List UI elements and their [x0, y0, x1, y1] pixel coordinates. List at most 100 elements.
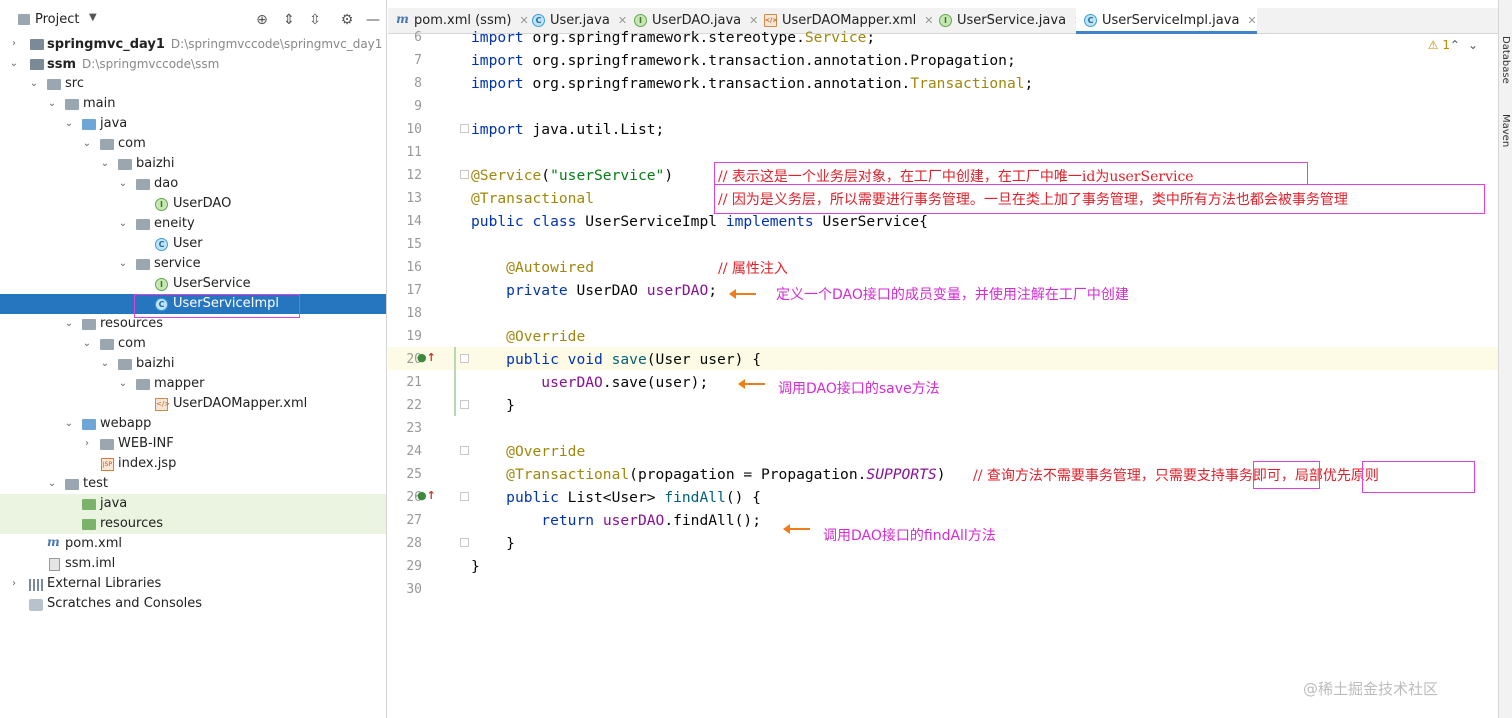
- tree-item-ssm[interactable]: ⌄ ssm D:\springmvccode\ssm: [0, 54, 386, 74]
- tree-item-label: UserDAOMapper.xml: [173, 396, 308, 411]
- chevron-down-icon[interactable]: ⌄: [8, 54, 20, 74]
- tree-item-test[interactable]: ⌄ test: [0, 474, 386, 494]
- code-line: import org.springframework.stereotype.Se…: [471, 29, 876, 46]
- fold-icon[interactable]: [460, 446, 469, 455]
- tree-item-dao[interactable]: ⌄ dao: [0, 174, 386, 194]
- tree-item-userdaomapper-xml[interactable]: </> UserDAOMapper.xml: [0, 394, 386, 414]
- tree-item-userdao[interactable]: I UserDAO: [0, 194, 386, 214]
- chevron-right-icon[interactable]: ›: [8, 574, 20, 594]
- tree-item-com[interactable]: ⌄ com: [0, 134, 386, 154]
- code-line: return userDAO.findAll();: [541, 512, 761, 529]
- tree-item-ssm-iml[interactable]: ssm.iml: [0, 554, 386, 574]
- fold-icon[interactable]: [460, 492, 469, 501]
- tree-item-baizhi[interactable]: ⌄ baizhi: [0, 354, 386, 374]
- chevron-down-icon[interactable]: ⌄: [28, 74, 40, 94]
- locate-icon[interactable]: ⊕: [253, 10, 271, 30]
- tree-item-mapper[interactable]: ⌄ mapper: [0, 374, 386, 394]
- chevron-down-icon[interactable]: ▼: [89, 12, 97, 23]
- folder-icon: [100, 439, 114, 450]
- gear-icon[interactable]: ⚙: [338, 10, 356, 30]
- fold-icon[interactable]: [460, 124, 469, 133]
- chevron-down-icon[interactable]: ⌄: [117, 174, 129, 194]
- tree-item-webapp[interactable]: ⌄ webapp: [0, 414, 386, 434]
- tree-item-java[interactable]: ⌄ java: [0, 114, 386, 134]
- tree-item-test-java[interactable]: java: [0, 494, 386, 514]
- chevron-down-icon[interactable]: ⌄: [46, 94, 58, 114]
- test-resources-folder-icon: [82, 519, 96, 530]
- chevron-down-icon[interactable]: ⌄: [81, 334, 93, 354]
- interface-icon: I: [155, 198, 168, 211]
- implements-method-icon[interactable]: ●↑: [417, 351, 436, 364]
- tab-userserviceimpl-java[interactable]: C UserServiceImpl.java ✕: [1076, 8, 1257, 34]
- tree-item-label: dao: [154, 176, 179, 191]
- fold-icon[interactable]: [460, 170, 469, 179]
- expand-all-icon[interactable]: ⇕: [280, 10, 298, 30]
- web-folder-icon: [82, 419, 96, 430]
- hide-panel-icon[interactable]: —: [364, 10, 382, 30]
- line-number: 22: [406, 398, 422, 413]
- tree-item-external-libraries[interactable]: › External Libraries: [0, 574, 386, 594]
- fold-icon[interactable]: [460, 400, 469, 409]
- chevron-down-icon[interactable]: ⌄: [81, 134, 93, 154]
- tree-item-label: springmvc_day1: [47, 37, 165, 52]
- tree-item-index-jsp[interactable]: JSP index.jsp: [0, 454, 386, 474]
- chevron-down-icon[interactable]: ⌄: [99, 154, 111, 174]
- fold-icon[interactable]: [460, 354, 469, 363]
- arrow-left-icon: [729, 289, 756, 299]
- line-number: 29: [406, 559, 422, 574]
- editor-nav-arrows[interactable]: ⌃⌄: [1450, 38, 1486, 52]
- tree-item-baizhi[interactable]: ⌄ baizhi: [0, 154, 386, 174]
- right-tool-strip: Database Maven: [1498, 0, 1512, 718]
- code-comment: // 属性注入: [718, 261, 788, 277]
- package-icon: [136, 259, 150, 270]
- tool-window-database[interactable]: Database: [1500, 36, 1511, 84]
- chevron-down-icon[interactable]: ⌄: [63, 314, 75, 334]
- tree-item-test-resources[interactable]: resources: [0, 514, 386, 534]
- chevron-down-icon[interactable]: ⌄: [63, 114, 75, 134]
- chevron-down-icon[interactable]: ⌄: [99, 354, 111, 374]
- tree-item-com[interactable]: ⌄ com: [0, 334, 386, 354]
- tree-item-main[interactable]: ⌄ main: [0, 94, 386, 114]
- tree-item-user[interactable]: C User: [0, 234, 386, 254]
- tree-item-springmvc-day1[interactable]: › springmvc_day1 D:\springmvccode\springm…: [0, 34, 386, 54]
- close-icon[interactable]: ✕: [1247, 14, 1256, 27]
- chevron-down-icon[interactable]: ⌄: [63, 414, 75, 434]
- code-line: private UserDAO userDAO;: [506, 282, 718, 299]
- changed-lines-marker: [454, 347, 456, 416]
- fold-icon[interactable]: [460, 538, 469, 547]
- chevron-right-icon[interactable]: ›: [81, 434, 93, 454]
- libraries-icon: [29, 579, 43, 591]
- tree-item-src[interactable]: ⌄ src: [0, 74, 386, 94]
- xml-icon: </>: [155, 398, 170, 411]
- tree-item-scratches[interactable]: Scratches and Consoles: [0, 594, 386, 614]
- chevron-down-icon[interactable]: ⌄: [117, 374, 129, 394]
- tool-window-maven[interactable]: Maven: [1500, 114, 1511, 147]
- tree-item-userservice[interactable]: I UserService: [0, 274, 386, 294]
- tree-item-label: baizhi: [136, 356, 175, 371]
- interface-icon: I: [155, 278, 168, 291]
- chevron-down-icon[interactable]: ⌄: [117, 214, 129, 234]
- tree-item-label: pom.xml: [65, 536, 122, 551]
- line-number: 19: [406, 329, 422, 344]
- warning-indicator[interactable]: ⚠ 1: [1428, 38, 1450, 52]
- implements-method-icon[interactable]: ●↑: [417, 489, 436, 502]
- chevron-right-icon[interactable]: ›: [8, 34, 20, 54]
- resources-folder-icon: [82, 319, 96, 330]
- code-line: public List<User> findAll() {: [506, 489, 761, 506]
- tree-item-pom-xml[interactable]: m pom.xml: [0, 534, 386, 554]
- chevron-down-icon[interactable]: ⌄: [46, 474, 58, 494]
- tree-item-service[interactable]: ⌄ service: [0, 254, 386, 274]
- code-line: @Override: [506, 443, 586, 460]
- tree-item-label: External Libraries: [47, 576, 162, 591]
- tree-item-web-inf[interactable]: › WEB-INF: [0, 434, 386, 454]
- code-editor[interactable]: ⚠ 1 ⌃⌄ 6 7 8 9 10 11 12 13 14 15 16 17 1…: [388, 29, 1498, 718]
- tree-item-eneity[interactable]: ⌄ eneity: [0, 214, 386, 234]
- tree-item-label: UserService: [173, 276, 251, 291]
- annotation-highlight-box: [134, 294, 300, 318]
- project-title[interactable]: Project: [35, 12, 79, 27]
- project-panel-header: Project ▼ ⊕ ⇕ ⇳ ⚙ —: [0, 8, 386, 34]
- tab-userservice-java[interactable]: I UserService.java✕: [931, 8, 1083, 34]
- code-line: }: [471, 397, 515, 414]
- collapse-all-icon[interactable]: ⇳: [306, 10, 324, 30]
- chevron-down-icon[interactable]: ⌄: [117, 254, 129, 274]
